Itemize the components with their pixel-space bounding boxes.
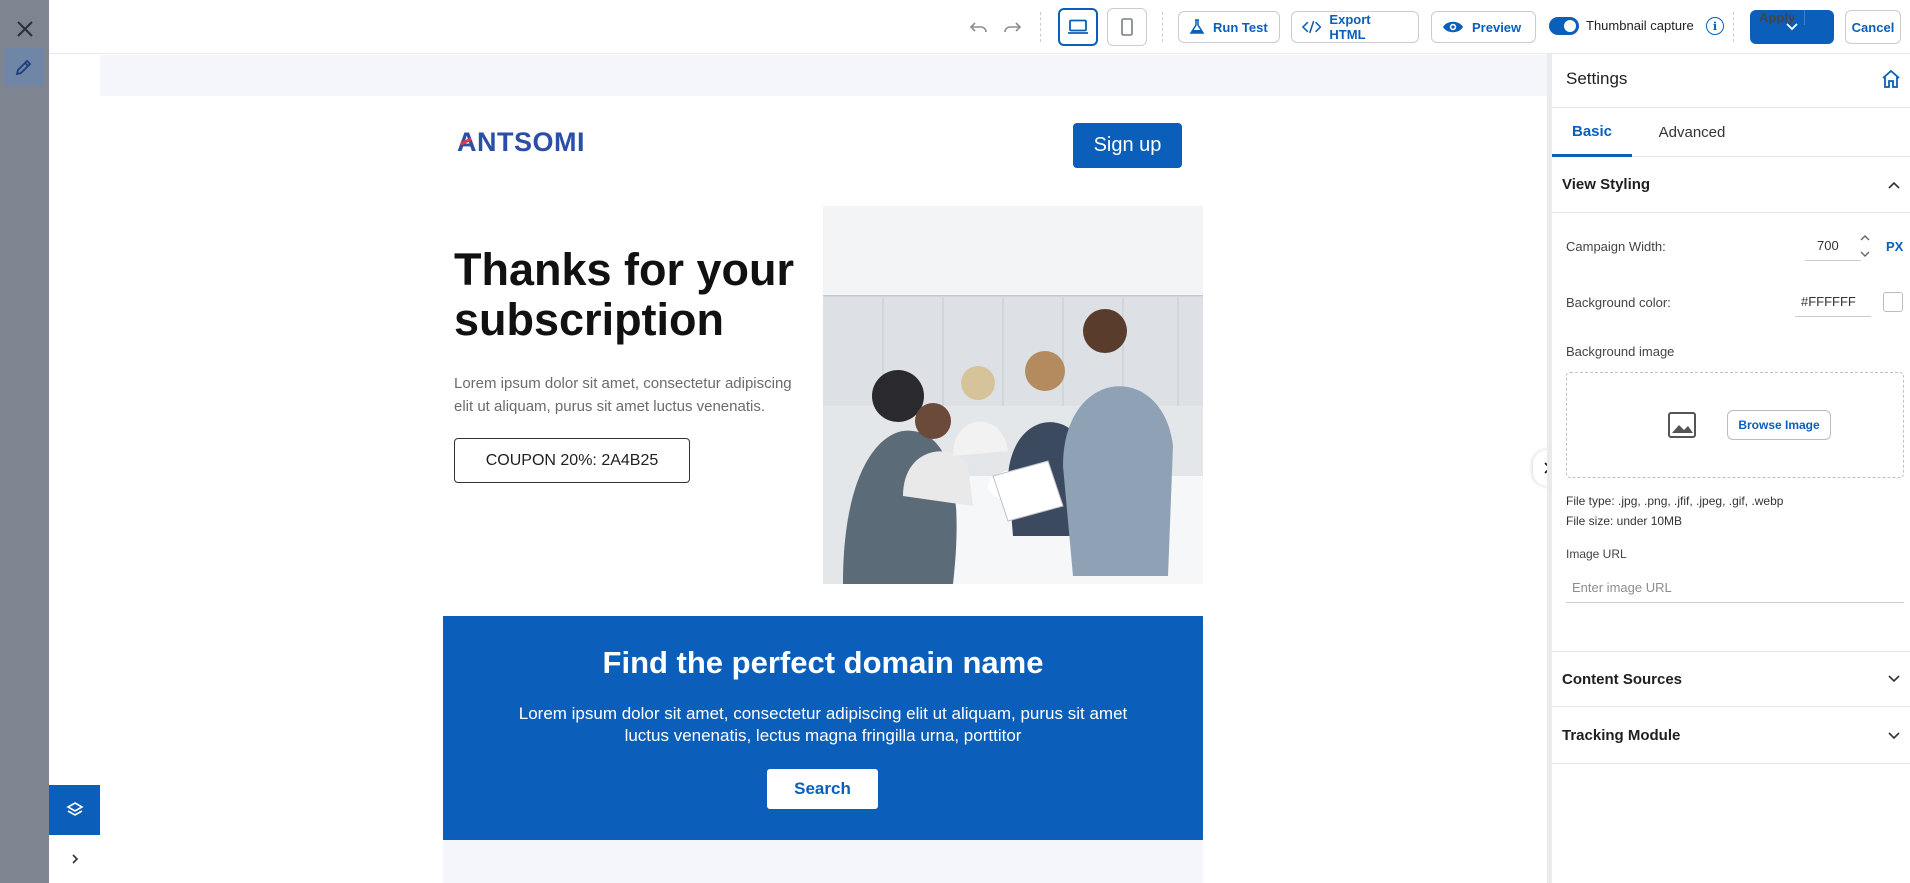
preview-label: Preview: [1472, 19, 1522, 35]
undo-icon[interactable]: [966, 14, 992, 40]
tracking-module-header[interactable]: Tracking Module: [1552, 708, 1910, 764]
email-template[interactable]: ANTSOMI Sign up Thanks for your subscrip…: [443, 96, 1203, 883]
left-strip: [0, 0, 49, 883]
background-color-label: Background color:: [1566, 295, 1671, 310]
image-icon: [1667, 410, 1697, 440]
preview-button[interactable]: Preview: [1431, 11, 1536, 43]
info-icon[interactable]: i: [1706, 17, 1724, 35]
settings-tabs: Basic Advanced: [1552, 107, 1910, 157]
panel-title: Settings: [1566, 69, 1628, 88]
coupon-code[interactable]: COUPON 20%: 2A4B25: [454, 438, 690, 483]
apply-button[interactable]: Apply: [1750, 10, 1834, 44]
background-image-label: Background image: [1566, 344, 1675, 359]
thumbnail-capture-toggle[interactable]: [1549, 17, 1579, 35]
banner-title[interactable]: Find the perfect domain name: [443, 645, 1203, 681]
campaign-width-input[interactable]: 700: [1805, 231, 1861, 261]
image-dropzone[interactable]: Browse Image: [1566, 372, 1904, 478]
background-color-input[interactable]: #FFFFFF: [1795, 287, 1871, 317]
chevron-down-icon: [1888, 731, 1900, 739]
file-type-note: File type: .jpg, .png, .jfif, .jpeg, .gi…: [1566, 494, 1784, 508]
image-url-label: Image URL: [1566, 547, 1627, 561]
view-styling-header[interactable]: View Styling: [1552, 157, 1910, 213]
close-icon[interactable]: [12, 16, 38, 42]
eye-icon: [1443, 21, 1463, 33]
apply-label: Apply: [1750, 10, 1805, 25]
tracking-module-title: Tracking Module: [1562, 727, 1681, 744]
divider: [1040, 12, 1041, 42]
email-footer-band: [443, 840, 1203, 883]
divider: [1162, 12, 1163, 42]
code-icon: [1302, 20, 1322, 34]
hero-text[interactable]: Lorem ipsum dolor sit amet, consectetur …: [454, 372, 809, 418]
content-sources-header[interactable]: Content Sources: [1552, 651, 1910, 707]
banner-text[interactable]: Lorem ipsum dolor sit amet, consectetur …: [503, 703, 1143, 747]
brand-logo: ANTSOMI: [457, 127, 583, 155]
thumbnail-capture-label: Thumbnail capture: [1586, 18, 1694, 33]
export-html-button[interactable]: Export HTML: [1291, 11, 1419, 43]
expand-chevron-icon[interactable]: [49, 835, 100, 883]
canvas-top-band: [100, 55, 1547, 96]
flask-icon: [1189, 19, 1205, 34]
image-url-input[interactable]: Enter image URL: [1566, 573, 1904, 603]
cancel-button[interactable]: Cancel: [1845, 10, 1901, 44]
run-test-label: Run Test: [1213, 19, 1268, 35]
chevron-down-icon: [1888, 675, 1900, 683]
tab-advanced[interactable]: Advanced: [1642, 108, 1742, 157]
divider: [1733, 12, 1734, 42]
mobile-view-button[interactable]: [1107, 8, 1147, 46]
color-swatch[interactable]: [1883, 292, 1903, 312]
tab-basic[interactable]: Basic: [1552, 108, 1632, 157]
chevron-up-icon: [1888, 181, 1900, 189]
hero-title[interactable]: Thanks for your subscription: [454, 245, 824, 345]
banner-search-button[interactable]: Search: [767, 769, 878, 809]
edit-pencil-icon[interactable]: [4, 48, 44, 86]
campaign-width-label: Campaign Width:: [1566, 239, 1666, 254]
run-test-button[interactable]: Run Test: [1178, 11, 1280, 43]
layers-icon[interactable]: [49, 785, 100, 835]
domain-banner[interactable]: Find the perfect domain name Lorem ipsum…: [443, 616, 1203, 840]
desktop-view-button[interactable]: [1058, 8, 1098, 46]
stepper-icon[interactable]: [1858, 230, 1872, 262]
signup-button[interactable]: Sign up: [1073, 123, 1182, 168]
browse-image-button[interactable]: Browse Image: [1727, 410, 1831, 440]
unit-selector[interactable]: PX: [1886, 239, 1903, 254]
view-styling-title: View Styling: [1562, 176, 1651, 193]
svg-text:ANTSOMI: ANTSOMI: [457, 127, 583, 155]
export-html-label: Export HTML: [1329, 12, 1371, 42]
hero-photo-team-meeting[interactable]: [823, 206, 1203, 584]
editor-canvas: ANTSOMI Sign up Thanks for your subscrip…: [100, 55, 1547, 883]
top-toolbar: Run Test Export HTML Preview Thumbnail c…: [49, 0, 1910, 54]
redo-icon[interactable]: [999, 14, 1025, 40]
home-icon[interactable]: [1880, 68, 1904, 92]
file-size-note: File size: under 10MB: [1566, 514, 1683, 528]
content-sources-title: Content Sources: [1562, 670, 1683, 688]
left-tool-column: [49, 54, 100, 883]
